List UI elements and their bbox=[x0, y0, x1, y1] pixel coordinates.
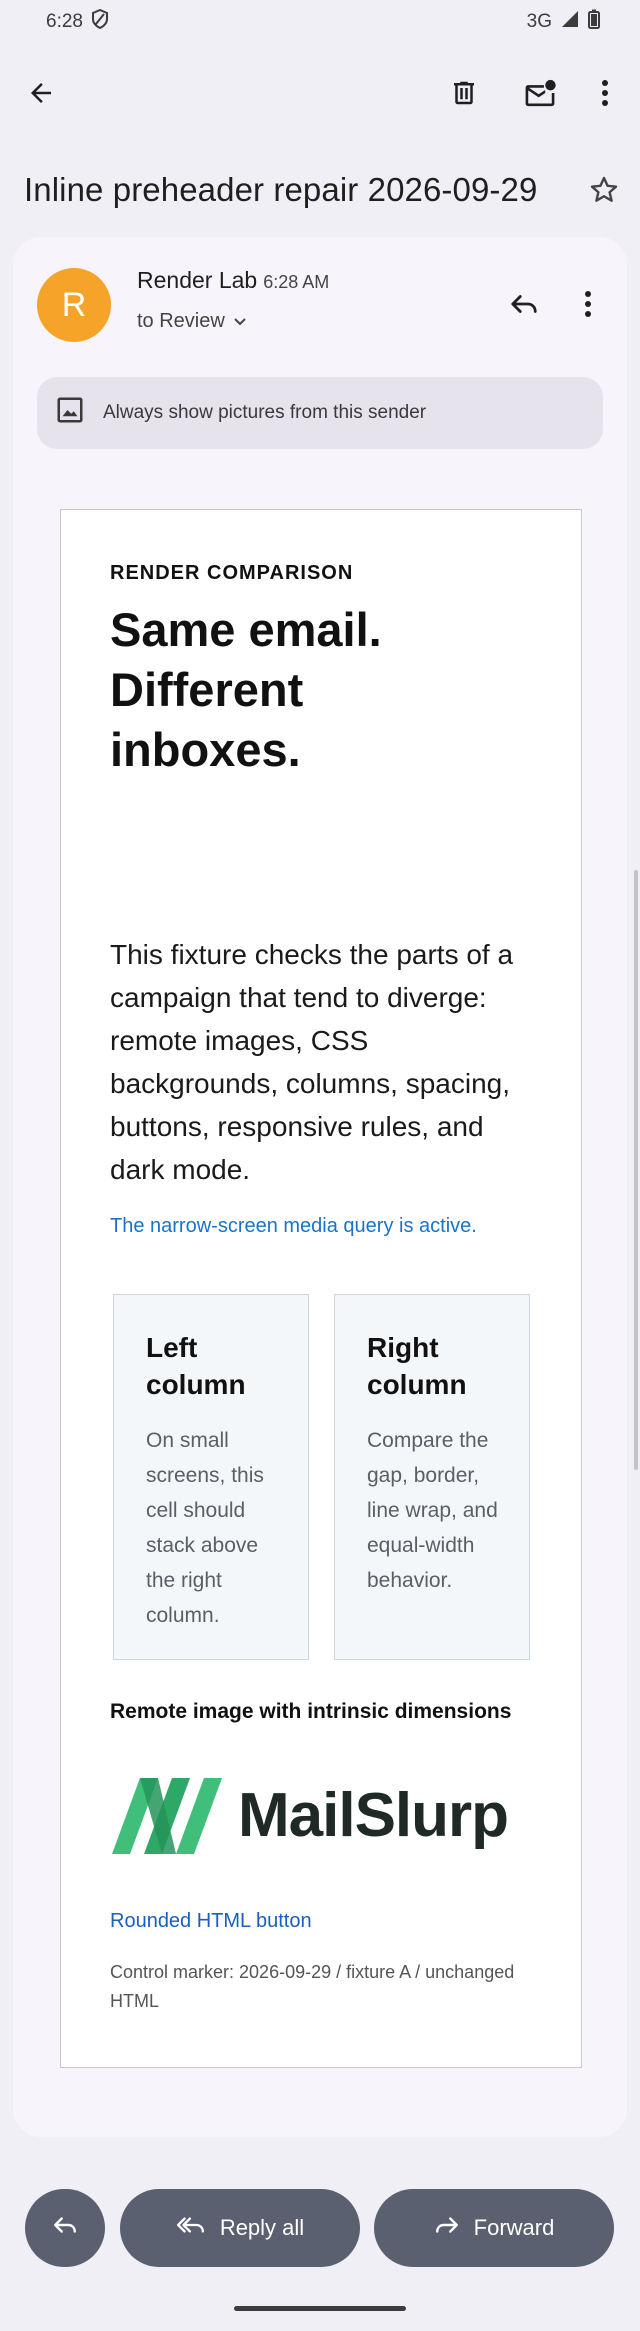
image-icon bbox=[55, 395, 85, 431]
arrow-left-icon[interactable] bbox=[20, 72, 62, 114]
avatar[interactable]: R bbox=[37, 268, 111, 342]
reply-all-button[interactable]: Reply all bbox=[120, 2189, 360, 2267]
subject-row: Inline preheader repair 2026-09-29 bbox=[24, 166, 624, 214]
trash-icon[interactable] bbox=[443, 72, 485, 114]
left-column-title: Left column bbox=[146, 1332, 246, 1400]
show-pictures-label: Always show pictures from this sender bbox=[103, 402, 427, 423]
forward-label: Forward bbox=[473, 2215, 555, 2240]
message-more-icon[interactable] bbox=[573, 283, 603, 325]
left-column: Left column On small screens, this cell … bbox=[113, 1294, 309, 1660]
logo-wordmark: MailSlurp bbox=[238, 1780, 509, 1850]
reply-icon bbox=[52, 2214, 78, 2242]
status-bar: 6:28 3G bbox=[0, 0, 640, 44]
sender-line[interactable]: Render Lab 6:28 AM bbox=[137, 267, 329, 294]
right-column: Right column Compare the gap, border, li… bbox=[334, 1294, 530, 1660]
forward-icon bbox=[434, 2214, 460, 2242]
network-type: 3G bbox=[526, 11, 552, 32]
recipient-details[interactable]: to Review bbox=[137, 310, 247, 333]
email-headline: Same email. Different inboxes. bbox=[110, 603, 382, 776]
right-column-text: Compare the gap, border, line wrap, and … bbox=[367, 1429, 498, 1592]
reply-button[interactable] bbox=[25, 2189, 105, 2267]
mailslurp-logo-mark bbox=[112, 1778, 222, 1854]
message-time: 6:28 AM bbox=[263, 272, 330, 292]
reply-all-label: Reply all bbox=[219, 2215, 305, 2240]
email-subject: Inline preheader repair 2026-09-29 bbox=[24, 171, 538, 208]
signal-icon bbox=[560, 9, 580, 35]
email-body-text: This fixture checks the parts of a campa… bbox=[110, 939, 514, 1185]
show-pictures-banner[interactable]: Always show pictures from this sender bbox=[37, 377, 603, 449]
message-card: R Render Lab 6:28 AM to Review Always sho… bbox=[13, 237, 627, 2137]
scrollbar[interactable] bbox=[634, 870, 638, 1470]
control-marker: Control marker: 2026-09-29 / fixture A /… bbox=[110, 1962, 515, 2011]
mailslurp-logo: MailSlurp bbox=[110, 1770, 510, 1860]
chevron-down-icon bbox=[233, 310, 247, 333]
reply-all-icon bbox=[176, 2214, 206, 2242]
home-indicator[interactable] bbox=[234, 2306, 406, 2311]
media-query-note: The narrow-screen media query is active. bbox=[110, 1215, 477, 1237]
more-vert-icon[interactable] bbox=[584, 72, 626, 114]
email-content: RENDER COMPARISON Same email. Different … bbox=[60, 509, 582, 2068]
status-time: 6:28 bbox=[46, 11, 83, 32]
star-icon[interactable] bbox=[584, 170, 624, 210]
image-caption: Remote image with intrinsic dimensions bbox=[110, 1700, 512, 1723]
bottom-action-bar: Reply all Forward bbox=[0, 2180, 640, 2270]
recipient-label: to Review bbox=[137, 310, 225, 332]
left-column-text: On small screens, this cell should stack… bbox=[146, 1429, 264, 1627]
sender-name: Render Lab bbox=[137, 267, 258, 293]
top-toolbar bbox=[0, 58, 640, 128]
forward-button[interactable]: Forward bbox=[374, 2189, 614, 2267]
eyebrow-label: RENDER COMPARISON bbox=[110, 562, 354, 584]
battery-icon bbox=[588, 9, 600, 35]
mail-unread-icon[interactable] bbox=[519, 72, 561, 114]
privacy-shield-icon bbox=[91, 8, 109, 35]
rounded-html-button-link[interactable]: Rounded HTML button bbox=[110, 1910, 312, 1933]
reply-icon[interactable] bbox=[503, 283, 545, 325]
right-column-title: Right column bbox=[367, 1332, 467, 1400]
